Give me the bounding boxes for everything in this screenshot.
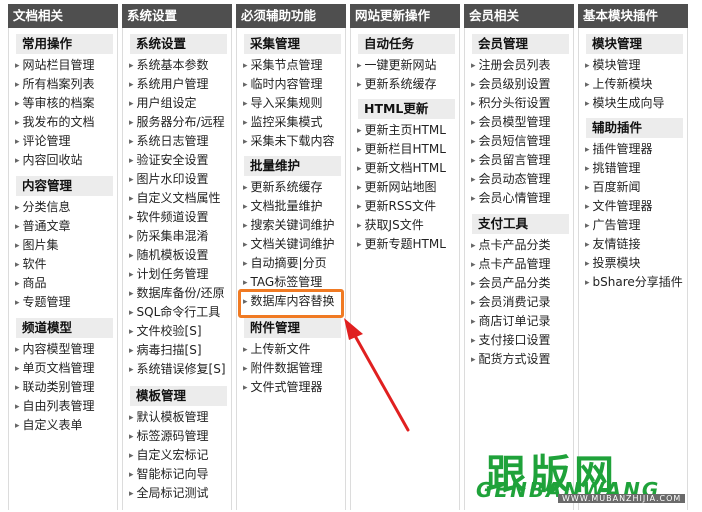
watermark-logo: 跟版网 GENBANWANG WWW.MUBANZHIJIA.COM — [472, 448, 698, 508]
watermark-url: WWW.MUBANZHIJIA.COM — [558, 494, 686, 503]
annotation-arrow-icon — [344, 318, 410, 432]
admin-menu-panel: 文档相关 常用操作 网站栏目管理 所有档案列表 等审核的档案 我发布的文档 评论… — [0, 0, 702, 512]
